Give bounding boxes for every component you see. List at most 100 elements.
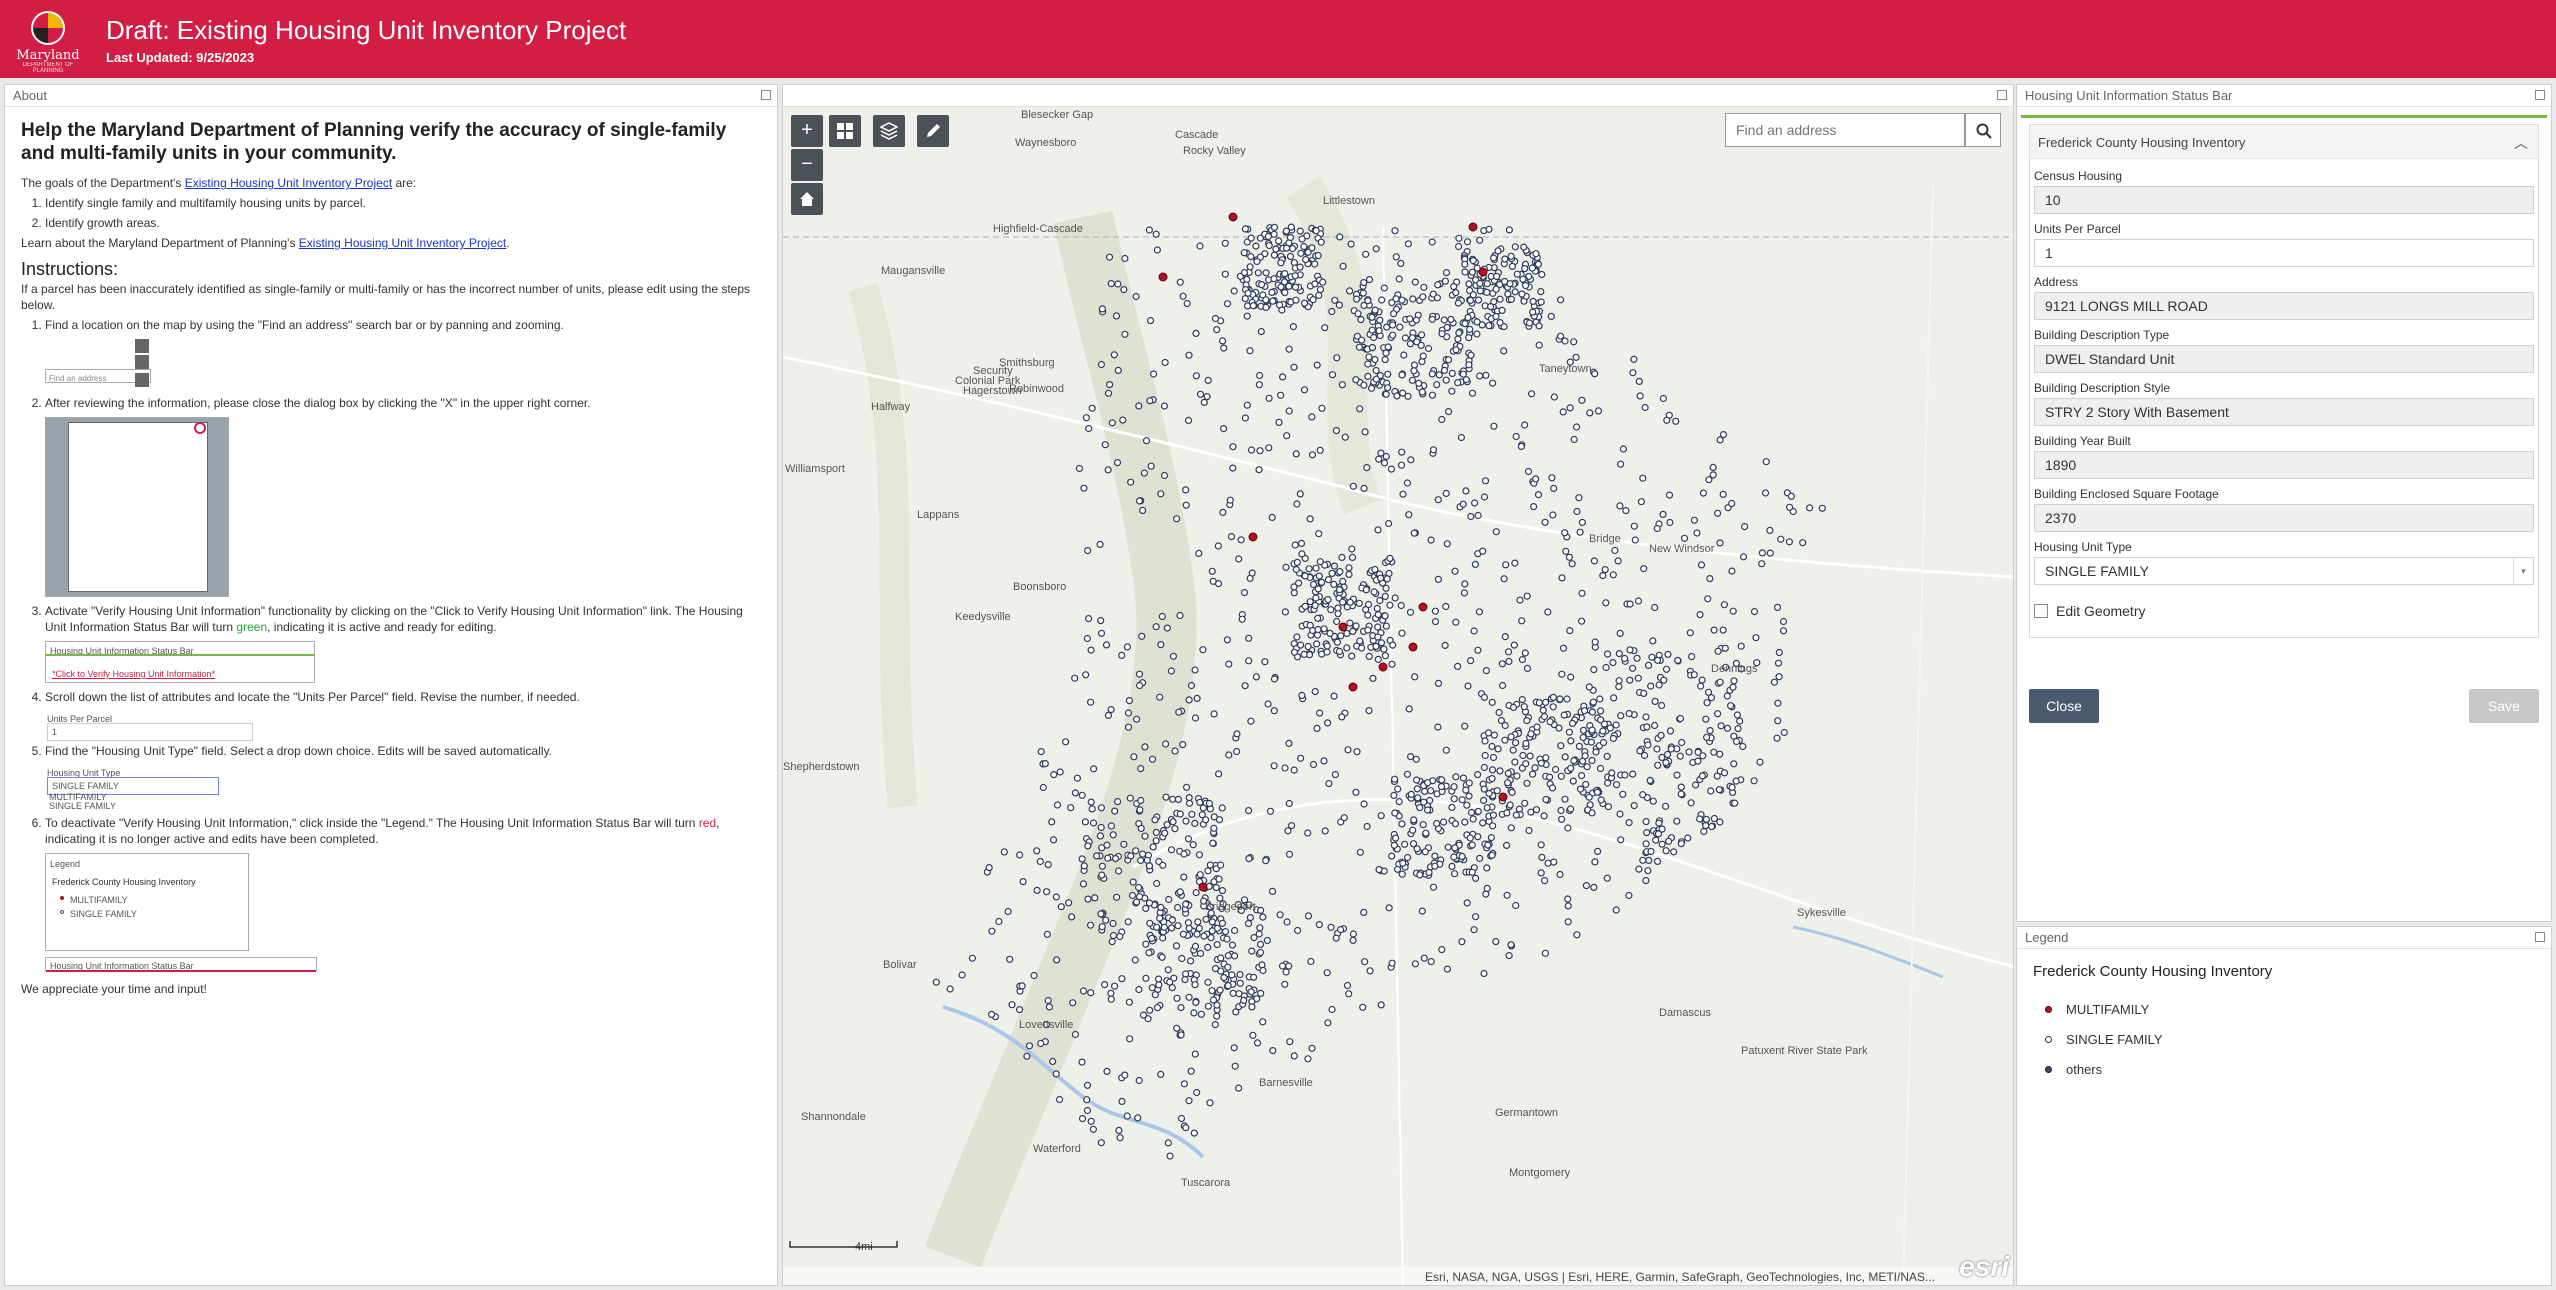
single-family-point[interactable] (1505, 226, 1514, 234)
single-family-point[interactable] (1137, 824, 1145, 833)
single-family-point[interactable] (1290, 648, 1299, 656)
single-family-point[interactable] (1096, 540, 1104, 548)
single-family-point[interactable] (1419, 821, 1427, 829)
single-family-point[interactable] (1437, 782, 1446, 791)
single-family-point[interactable] (1102, 916, 1110, 924)
single-family-point[interactable] (1465, 334, 1473, 342)
single-family-point[interactable] (1135, 985, 1143, 994)
single-family-point[interactable] (1187, 957, 1195, 965)
single-family-point[interactable] (1439, 818, 1448, 826)
single-family-point[interactable] (1502, 561, 1510, 569)
single-family-point[interactable] (1212, 883, 1220, 892)
single-family-point[interactable] (1316, 285, 1325, 294)
single-family-point[interactable] (1604, 803, 1613, 811)
single-family-point[interactable] (1546, 718, 1554, 726)
single-family-point[interactable] (1761, 489, 1770, 497)
single-family-point[interactable] (1492, 312, 1500, 321)
single-family-point[interactable] (1195, 924, 1203, 933)
single-family-point[interactable] (1550, 484, 1558, 492)
single-family-point[interactable] (1720, 601, 1729, 609)
single-family-point[interactable] (1087, 698, 1095, 706)
single-family-point[interactable] (1561, 337, 1569, 345)
single-family-point[interactable] (1208, 918, 1216, 926)
single-family-point[interactable] (1572, 353, 1580, 361)
single-family-point[interactable] (1677, 840, 1685, 848)
single-family-point[interactable] (1174, 795, 1182, 804)
single-family-point[interactable] (1284, 827, 1292, 835)
single-family-point[interactable] (1395, 275, 1403, 283)
single-family-point[interactable] (1428, 238, 1436, 246)
single-family-point[interactable] (1315, 920, 1323, 929)
single-family-point[interactable] (1480, 969, 1488, 978)
map-canvas[interactable]: + − Blesecker GapWaynesboroCascadeRocky … (783, 107, 2013, 1285)
single-family-point[interactable] (1619, 445, 1628, 453)
multifamily-point[interactable] (1478, 267, 1488, 277)
single-family-point[interactable] (1213, 1001, 1221, 1009)
single-family-point[interactable] (1177, 1031, 1185, 1039)
single-family-point[interactable] (1465, 792, 1473, 800)
single-family-point[interactable] (1078, 855, 1086, 863)
single-family-point[interactable] (1551, 765, 1560, 774)
edit-geometry-toggle[interactable]: Edit Geometry (2034, 603, 2534, 619)
single-family-point[interactable] (1220, 344, 1228, 352)
single-family-point[interactable] (1314, 251, 1322, 260)
single-family-point[interactable] (1078, 1058, 1086, 1066)
single-family-point[interactable] (1634, 674, 1642, 682)
single-family-point[interactable] (1218, 886, 1227, 895)
single-family-point[interactable] (1640, 689, 1648, 698)
single-family-point[interactable] (1567, 673, 1575, 681)
single-family-point[interactable] (1511, 739, 1520, 747)
single-family-point[interactable] (1442, 376, 1450, 384)
single-family-point[interactable] (1454, 242, 1463, 251)
single-family-point[interactable] (1006, 955, 1014, 963)
single-family-point[interactable] (1262, 296, 1270, 304)
single-family-point[interactable] (1529, 503, 1538, 511)
single-family-point[interactable] (1255, 930, 1263, 938)
single-family-point[interactable] (1371, 356, 1379, 364)
single-family-point[interactable] (1559, 644, 1568, 652)
single-family-point[interactable] (1118, 975, 1126, 983)
single-family-point[interactable] (1485, 322, 1493, 330)
single-family-point[interactable] (1315, 291, 1323, 299)
single-family-point[interactable] (1414, 794, 1422, 802)
single-family-point[interactable] (1357, 644, 1366, 652)
single-family-point[interactable] (1728, 783, 1736, 791)
single-family-point[interactable] (1537, 841, 1545, 849)
single-family-point[interactable] (1488, 774, 1496, 783)
single-family-point[interactable] (1474, 646, 1482, 654)
single-family-point[interactable] (1612, 781, 1621, 789)
single-family-point[interactable] (1557, 815, 1566, 823)
single-family-point[interactable] (1407, 456, 1415, 464)
single-family-point[interactable] (1488, 766, 1497, 774)
single-family-point[interactable] (1739, 553, 1748, 561)
single-family-point[interactable] (1488, 698, 1496, 707)
single-family-point[interactable] (1508, 262, 1517, 270)
single-family-point[interactable] (1396, 323, 1404, 331)
single-family-point[interactable] (1187, 681, 1196, 690)
single-family-point[interactable] (1420, 798, 1428, 806)
single-family-point[interactable] (1653, 745, 1661, 753)
single-family-point[interactable] (1733, 711, 1742, 719)
units-per-parcel-field[interactable]: 1 (2034, 239, 2534, 267)
single-family-point[interactable] (1372, 245, 1380, 253)
single-family-point[interactable] (1626, 646, 1634, 654)
single-family-point[interactable] (1161, 829, 1169, 837)
single-family-point[interactable] (1496, 319, 1504, 327)
single-family-point[interactable] (1593, 847, 1602, 856)
single-family-point[interactable] (1384, 343, 1392, 351)
single-family-point[interactable] (1433, 294, 1442, 302)
single-family-point[interactable] (1283, 432, 1291, 440)
single-family-point[interactable] (1452, 773, 1460, 781)
single-family-point[interactable] (1750, 777, 1758, 785)
single-family-point[interactable] (1083, 1106, 1092, 1115)
single-family-point[interactable] (1140, 469, 1148, 477)
single-family-point[interactable] (1313, 724, 1321, 733)
single-family-point[interactable] (1262, 269, 1270, 277)
single-family-point[interactable] (1454, 379, 1462, 387)
single-family-point[interactable] (1180, 850, 1188, 858)
single-family-point[interactable] (1774, 699, 1782, 707)
single-family-point[interactable] (1079, 880, 1088, 888)
single-family-point[interactable] (1522, 739, 1530, 748)
single-family-point[interactable] (1382, 452, 1390, 461)
single-family-point[interactable] (1696, 611, 1704, 619)
